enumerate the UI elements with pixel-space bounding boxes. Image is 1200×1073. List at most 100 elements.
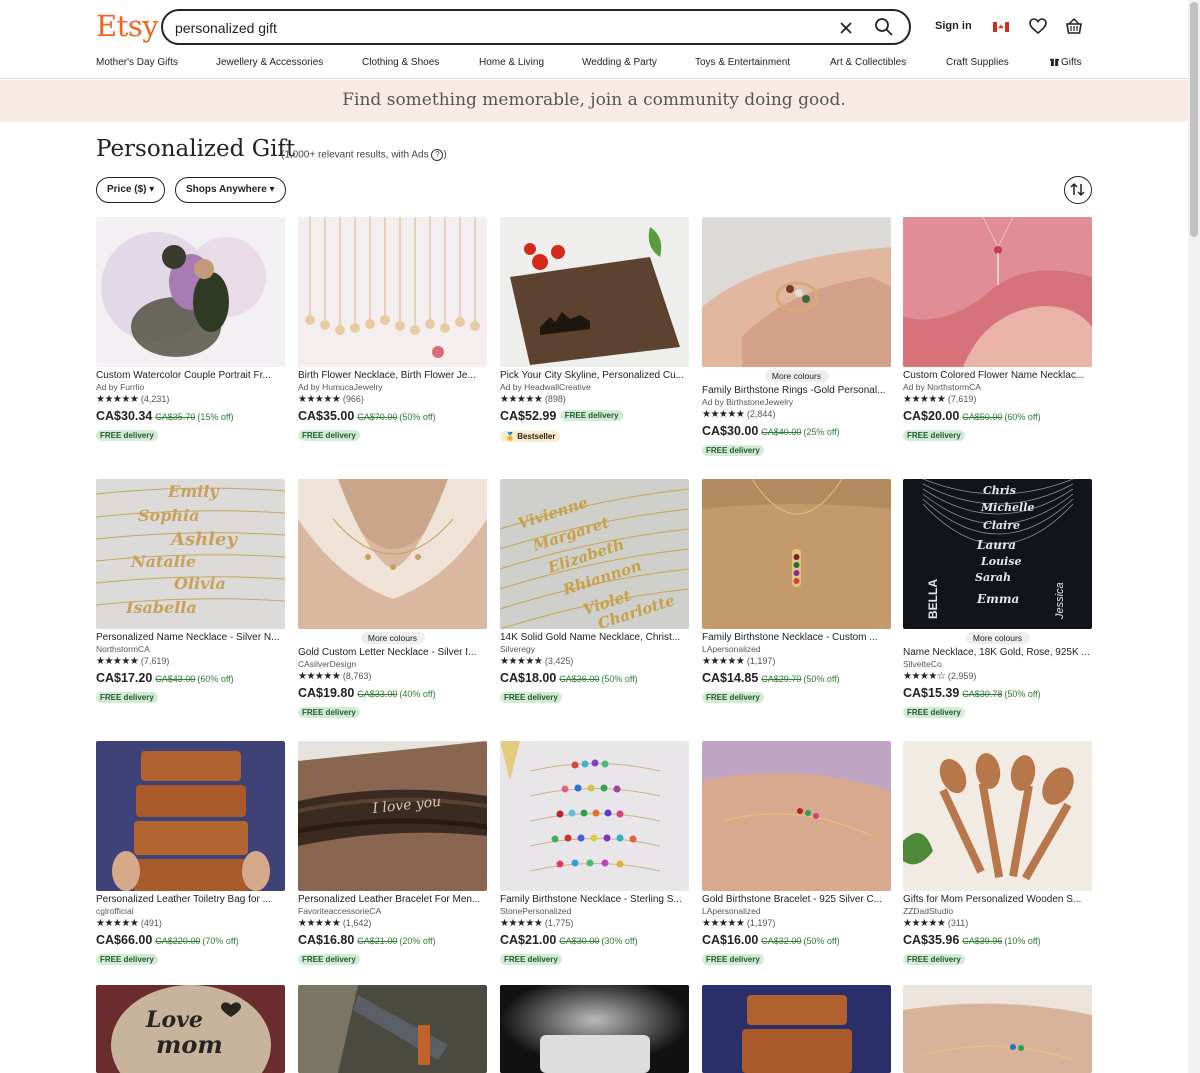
product-image-name-necklace-silver[interactable]: Emily Sophia Ashley Natalie Olivia Isabella xyxy=(96,479,285,629)
rating: ★★★★★ (8,763) xyxy=(298,670,487,683)
product-card[interactable] xyxy=(702,985,891,1073)
product-card[interactable]: Chris Michelle Claire Laura Louise Sarah Emma … xyxy=(903,479,1092,719)
nav-craft-supplies[interactable]: Craft Supplies xyxy=(946,57,1009,68)
product-card[interactable]: Birth Flower Necklace, Birth Flower Je..… xyxy=(298,217,487,442)
etsy-logo[interactable]: Etsy xyxy=(96,9,159,43)
product-title[interactable]: Custom Colored Flower Name Necklac... xyxy=(903,370,1092,382)
product-title[interactable]: 14K Solid Gold Name Necklace, Christ... xyxy=(500,632,689,644)
product-image-love-mom-sign[interactable]: Love mom xyxy=(96,985,285,1073)
scrollbar[interactable] xyxy=(1188,0,1200,1073)
product-title[interactable]: Gold Birthstone Bracelet - 925 Silver C.… xyxy=(702,894,891,906)
nav-home-living[interactable]: Home & Living xyxy=(479,57,544,68)
product-title[interactable]: Custom Watercolor Couple Portrait Fr... xyxy=(96,370,285,382)
product-image-leather-bag[interactable] xyxy=(702,985,891,1073)
original-price: CA$21.00 xyxy=(357,936,398,946)
product-title[interactable]: Personalized Leather Bracelet For Men... xyxy=(298,894,487,906)
nav-gifts[interactable]: Gifts xyxy=(1050,57,1082,68)
svg-text:Sophia: Sophia xyxy=(138,506,200,525)
product-card[interactable]: Love mom xyxy=(96,985,285,1073)
help-icon[interactable]: ? xyxy=(431,149,444,161)
product-title[interactable]: Family Birthstone Necklace - Sterling S.… xyxy=(500,894,689,906)
canada-flag-icon[interactable] xyxy=(991,16,1011,36)
nav-jewellery-accessories[interactable]: Jewellery & Accessories xyxy=(216,57,323,68)
product-image-birth-flower-necklace[interactable] xyxy=(298,217,487,367)
product-image-birthstone-bracelet[interactable] xyxy=(702,741,891,891)
product-image-watercolor-couple[interactable] xyxy=(96,217,285,367)
product-card[interactable] xyxy=(903,985,1092,1073)
sort-button[interactable] xyxy=(1064,176,1092,204)
price-row: CA$21.00 CA$30.00 (30% off) xyxy=(500,933,689,948)
review-count: (8,763) xyxy=(342,671,372,681)
shop-name: cglrofficial xyxy=(96,906,134,916)
product-title[interactable]: Gifts for Mom Personalized Wooden S... xyxy=(903,894,1092,906)
product-title[interactable]: Personalized Name Necklace - Silver N... xyxy=(96,632,285,644)
product-title[interactable]: Family Birthstone Rings -Gold Personal..… xyxy=(702,385,891,397)
product-image-name-necklace-styles[interactable]: Chris Michelle Claire Laura Louise Sarah Emma … xyxy=(903,479,1092,629)
review-count: (1,197) xyxy=(746,918,776,928)
product-card[interactable]: Gold Birthstone Bracelet - 925 Silver C.… xyxy=(702,741,891,966)
product-title[interactable]: Family Birthstone Necklace - Custom ... xyxy=(702,632,891,644)
svg-text:Isabella: Isabella xyxy=(125,598,197,617)
product-card[interactable]: Emily Sophia Ashley Natalie Olivia Isabella P… xyxy=(96,479,285,704)
price-filter-button[interactable]: Price ($) ▾ xyxy=(96,177,166,203)
product-title[interactable]: Birth Flower Necklace, Birth Flower Je..… xyxy=(298,370,487,382)
nav-clothing-shoes[interactable]: Clothing & Shoes xyxy=(362,57,439,68)
product-title[interactable]: Gold Custom Letter Necklace - Silver I..… xyxy=(298,647,487,659)
stars-icon: ★★★★★ xyxy=(298,671,341,682)
shop-name: LApersonalized xyxy=(702,644,761,654)
svg-text:Emma: Emma xyxy=(976,592,1019,606)
product-image-birthstone-ring[interactable] xyxy=(702,217,891,367)
product-title[interactable]: Pick Your City Skyline, Personalized Cu.… xyxy=(500,370,689,382)
rating: ★★★★★ (4,231) xyxy=(96,393,285,406)
product-card[interactable]: Personalized Leather Toiletry Bag for ..… xyxy=(96,741,285,966)
product-card[interactable] xyxy=(298,985,487,1073)
rating: ★★★★★ (7,619) xyxy=(96,655,285,668)
product-card[interactable]: Custom Colored Flower Name Necklac... Ad… xyxy=(903,217,1092,442)
product-title[interactable]: Name Necklace, 18K Gold, Rose, 925K ... xyxy=(903,647,1092,659)
product-card[interactable]: Family Birthstone Necklace - Custom ... … xyxy=(702,479,891,704)
scrollbar-thumb[interactable] xyxy=(1190,2,1198,237)
clear-icon[interactable] xyxy=(835,17,857,39)
product-card[interactable]: Pick Your City Skyline, Personalized Cu.… xyxy=(500,217,689,442)
discount: (25% off) xyxy=(803,427,840,437)
nav-toys-entertainment[interactable]: Toys & Entertainment xyxy=(695,57,790,68)
nav-art-collectibles[interactable]: Art & Collectibles xyxy=(830,57,906,68)
review-count: (311) xyxy=(947,918,969,928)
product-title[interactable]: Personalized Leather Toiletry Bag for ..… xyxy=(96,894,285,906)
product-image-leather-toiletry-bag[interactable] xyxy=(96,741,285,891)
product-image-birthstone-necklace[interactable] xyxy=(702,479,891,629)
product-card[interactable]: More colours Gold Custom Letter Necklace… xyxy=(298,479,487,719)
product-image-city-skyline-board[interactable] xyxy=(500,217,689,367)
product-image-wooden-spoons[interactable] xyxy=(903,741,1092,891)
nav-wedding-party[interactable]: Wedding & Party xyxy=(582,57,657,68)
product-card[interactable]: Family Birthstone Necklace - Sterling S.… xyxy=(500,741,689,966)
product-image-tumbler[interactable] xyxy=(500,985,689,1073)
product-card[interactable]: Custom Watercolor Couple Portrait Fr... … xyxy=(96,217,285,442)
discount: (60% off) xyxy=(197,674,234,684)
product-image-letter-necklace[interactable] xyxy=(298,479,487,629)
search-icon[interactable] xyxy=(873,16,895,38)
product-image-family-birthstone-necklaces[interactable] xyxy=(500,741,689,891)
product-card[interactable] xyxy=(500,985,689,1073)
review-count: (1,775) xyxy=(544,918,574,928)
page-title: Personalized Gift xyxy=(96,136,296,162)
product-card[interactable]: Gifts for Mom Personalized Wooden S... Z… xyxy=(903,741,1092,966)
product-card[interactable]: Vivienne Margaret Elizabeth Rhiannon Violet C… xyxy=(500,479,689,704)
cart-basket-icon[interactable] xyxy=(1064,16,1084,36)
sign-in-link[interactable]: Sign in xyxy=(935,20,972,32)
original-price: CA$220.00 xyxy=(155,936,201,946)
shops-anywhere-filter-button[interactable]: Shops Anywhere ▾ xyxy=(175,177,286,203)
nav-mothers-day-gifts[interactable]: Mother's Day Gifts xyxy=(96,57,178,68)
search-bar[interactable] xyxy=(161,9,911,45)
product-image-axe[interactable] xyxy=(298,985,487,1073)
product-image-gold-name-necklace[interactable]: Vivienne Margaret Elizabeth Rhiannon Violet C… xyxy=(500,479,689,629)
product-image-flower-name-necklace[interactable] xyxy=(903,217,1092,367)
product-image-leather-bracelet[interactable]: I love you xyxy=(298,741,487,891)
price: CA$15.39 xyxy=(903,686,960,700)
product-card[interactable]: More colours Family Birthstone Rings -Go… xyxy=(702,217,891,457)
search-input[interactable] xyxy=(175,18,795,38)
product-card[interactable]: I love you Personalized Leather Bracelet… xyxy=(298,741,487,966)
heart-icon[interactable] xyxy=(1028,16,1048,36)
review-count: (898) xyxy=(544,394,566,404)
product-image-bracelet[interactable] xyxy=(903,985,1092,1073)
